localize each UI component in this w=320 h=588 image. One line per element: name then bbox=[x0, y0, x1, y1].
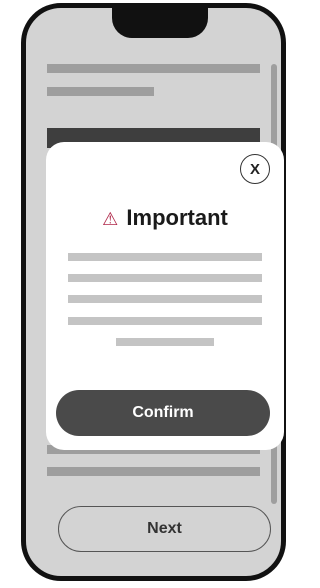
placeholder-line bbox=[47, 87, 154, 96]
warning-icon: ⚠ bbox=[102, 209, 119, 229]
dialog-text-line bbox=[68, 295, 262, 303]
close-button[interactable]: X bbox=[240, 154, 270, 184]
dialog-text-line bbox=[68, 317, 262, 325]
placeholder-line bbox=[47, 64, 260, 73]
important-dialog: X ⚠ Important Confirm bbox=[46, 142, 284, 450]
dialog-title-text: Important bbox=[126, 205, 228, 230]
confirm-button[interactable]: Confirm bbox=[56, 390, 270, 436]
dialog-text-line bbox=[68, 274, 262, 282]
dialog-text-line bbox=[68, 253, 262, 261]
placeholder-line bbox=[47, 467, 260, 476]
dialog-text-line bbox=[116, 338, 214, 346]
next-button[interactable]: Next bbox=[58, 506, 271, 552]
dialog-title: ⚠ Important bbox=[46, 205, 284, 231]
phone-notch bbox=[112, 8, 208, 38]
